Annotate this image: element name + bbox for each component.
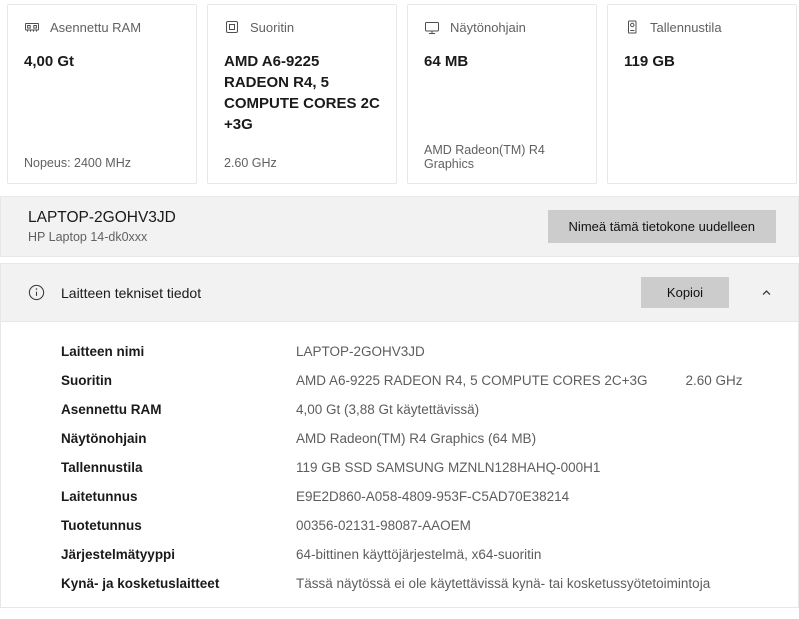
spec-value: E9E2D860-A058-4809-953F-C5AD70E38214 bbox=[296, 489, 569, 504]
spec-value-text: 00356-02131-98087-AAOEM bbox=[296, 518, 471, 533]
card-label: Suoritin bbox=[250, 19, 295, 35]
spec-label: Tuotetunnus bbox=[61, 518, 142, 533]
spec-row-system-type: Järjestelmätyyppi 64-bittinen käyttöjärj… bbox=[61, 547, 778, 576]
spec-value: 119 GB SSD SAMSUNG MZNLN128HAHQ-000H1 bbox=[296, 460, 600, 475]
card-value: AMD A6-9225 RADEON R4, 5 COMPUTE CORES 2… bbox=[224, 53, 380, 133]
card-footer: AMD Radeon(TM) R4 Graphics bbox=[424, 143, 545, 171]
card-installed-ram: Asennettu RAM 4,00 Gt Nopeus: 2400 MHz bbox=[7, 4, 197, 184]
spec-value: AMD Radeon(TM) R4 Graphics (64 MB) bbox=[296, 431, 536, 446]
chevron-up-icon[interactable] bbox=[759, 285, 774, 300]
spec-row-pen-touch: Kynä- ja kosketuslaitteet Tässä näytössä… bbox=[61, 576, 778, 605]
gpu-icon bbox=[424, 19, 440, 35]
spec-value: 00356-02131-98087-AAOEM bbox=[296, 518, 471, 533]
spec-label: Laitetunnus bbox=[61, 489, 138, 504]
spec-row-processor: Suoritin AMD A6-9225 RADEON R4, 5 COMPUT… bbox=[61, 373, 778, 402]
device-specs-body: Laitteen nimi LAPTOP-2GOHV3JD Suoritin A… bbox=[0, 322, 799, 608]
card-header: Näytönohjain bbox=[424, 19, 580, 35]
spec-value: LAPTOP-2GOHV3JD bbox=[296, 344, 425, 359]
spec-value-text: LAPTOP-2GOHV3JD bbox=[296, 344, 425, 359]
spec-label: Näytönohjain bbox=[61, 431, 147, 446]
card-footer bbox=[624, 156, 780, 171]
spec-value-text: AMD Radeon(TM) R4 Graphics (64 MB) bbox=[296, 431, 537, 446]
card-label: Asennettu RAM bbox=[50, 19, 142, 35]
spec-value-text: 4,00 Gt (3,88 Gt käytettävissä) bbox=[296, 402, 480, 417]
spec-value-text: AMD A6-9225 RADEON R4, 5 COMPUTE CORES 2… bbox=[296, 373, 648, 388]
rename-pc-button[interactable]: Nimeä tämä tietokone uudelleen bbox=[547, 210, 776, 243]
spec-value-text: Tässä näytössä ei ole käytettävissä kynä… bbox=[296, 576, 711, 591]
storage-icon bbox=[624, 19, 640, 35]
spec-value-text: 119 GB SSD SAMSUNG MZNLN128HAHQ-000H1 bbox=[296, 460, 601, 475]
spec-row-graphics: Näytönohjain AMD Radeon(TM) R4 Graphics … bbox=[61, 431, 778, 460]
spec-row-storage: Tallennustila 119 GB SSD SAMSUNG MZNLN12… bbox=[61, 460, 778, 489]
device-name: LAPTOP-2GOHV3JD bbox=[28, 209, 176, 226]
card-header: Suoritin bbox=[224, 19, 380, 35]
spec-row-device-id: Laitetunnus E9E2D860-A058-4809-953F-C5AD… bbox=[61, 489, 778, 518]
spec-cards-row: Asennettu RAM 4,00 Gt Nopeus: 2400 MHz S… bbox=[0, 0, 799, 184]
cpu-icon bbox=[224, 19, 240, 35]
spec-value-text: 64-bittinen käyttöjärjestelmä, x64-suori… bbox=[296, 547, 542, 562]
spec-label: Laitteen nimi bbox=[61, 344, 145, 359]
copy-button[interactable]: Kopioi bbox=[641, 277, 729, 308]
spec-label: Järjestelmätyyppi bbox=[61, 547, 176, 562]
card-header: Tallennustila bbox=[624, 19, 780, 35]
spec-label: Suoritin bbox=[61, 373, 112, 388]
device-name-bar: LAPTOP-2GOHV3JD HP Laptop 14-dk0xxx Nime… bbox=[0, 196, 799, 257]
card-graphics: Näytönohjain 64 MB AMD Radeon(TM) R4 Gra… bbox=[407, 4, 597, 184]
card-label: Tallennustila bbox=[650, 19, 722, 35]
spec-row-device-name: Laitteen nimi LAPTOP-2GOHV3JD bbox=[61, 344, 778, 373]
card-header: Asennettu RAM bbox=[24, 19, 180, 35]
card-processor: Suoritin AMD A6-9225 RADEON R4, 5 COMPUT… bbox=[207, 4, 397, 184]
ram-icon bbox=[24, 19, 40, 35]
spec-row-installed-ram: Asennettu RAM 4,00 Gt (3,88 Gt käytettäv… bbox=[61, 402, 778, 431]
device-specs-header[interactable]: Laitteen tekniset tiedot Kopioi bbox=[0, 263, 799, 322]
card-storage: Tallennustila 119 GB bbox=[607, 4, 797, 184]
device-info: LAPTOP-2GOHV3JD HP Laptop 14-dk0xxx bbox=[28, 209, 176, 244]
card-value: 4,00 Gt bbox=[24, 53, 75, 70]
card-footer: 2.60 GHz bbox=[224, 156, 277, 170]
spec-value: AMD A6-9225 RADEON R4, 5 COMPUTE CORES 2… bbox=[296, 373, 743, 388]
spec-value: Tässä näytössä ei ole käytettävissä kynä… bbox=[296, 576, 710, 591]
spec-label: Kynä- ja kosketuslaitteet bbox=[61, 576, 220, 591]
spec-label: Asennettu RAM bbox=[61, 402, 162, 417]
device-specs-expander: Laitteen tekniset tiedot Kopioi Laitteen… bbox=[0, 263, 799, 608]
spec-label: Tallennustila bbox=[61, 460, 143, 475]
card-label: Näytönohjain bbox=[450, 19, 526, 35]
spec-value: 64-bittinen käyttöjärjestelmä, x64-suori… bbox=[296, 547, 541, 562]
spec-value-secondary: 2.60 GHz bbox=[685, 373, 743, 388]
about-settings-page: Asennettu RAM 4,00 Gt Nopeus: 2400 MHz S… bbox=[0, 0, 799, 619]
device-model: HP Laptop 14-dk0xxx bbox=[28, 230, 148, 244]
card-value: 119 GB bbox=[624, 53, 675, 70]
spec-value: 4,00 Gt (3,88 Gt käytettävissä) bbox=[296, 402, 479, 417]
info-icon bbox=[28, 284, 45, 301]
card-value: 64 MB bbox=[424, 53, 469, 70]
spec-value-text: E9E2D860-A058-4809-953F-C5AD70E38214 bbox=[296, 489, 570, 504]
expander-title: Laitteen tekniset tiedot bbox=[61, 284, 202, 301]
spec-row-product-id: Tuotetunnus 00356-02131-98087-AAOEM bbox=[61, 518, 778, 547]
card-footer: Nopeus: 2400 MHz bbox=[24, 156, 132, 170]
